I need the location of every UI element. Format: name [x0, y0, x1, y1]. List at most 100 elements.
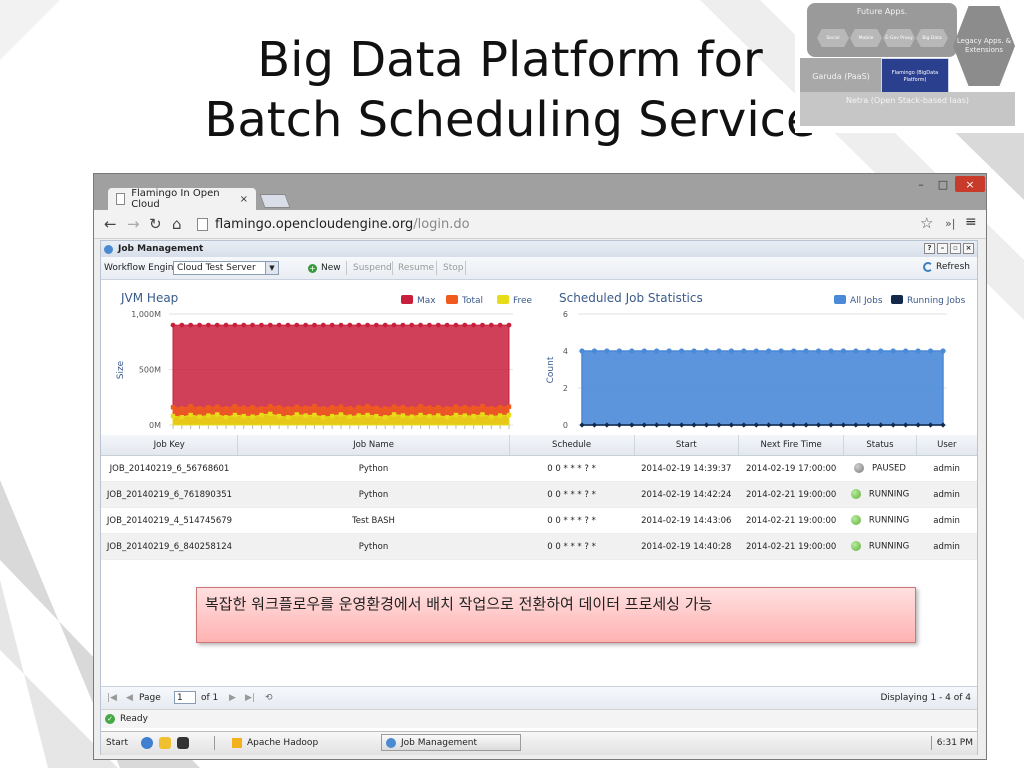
close-icon[interactable]: ×	[963, 243, 974, 254]
url-host: flamingo.opencloudengine.org	[215, 216, 414, 232]
cell-schedule: 0 0 * * * ? *	[509, 481, 635, 508]
toolbar-divider	[436, 261, 437, 275]
help-icon[interactable]: ?	[924, 243, 935, 254]
col-status[interactable]: Status	[843, 435, 917, 456]
point	[828, 348, 834, 354]
col-user[interactable]: User	[916, 435, 977, 456]
point	[462, 322, 468, 328]
taskbar-item-job-management[interactable]: Job Management	[381, 734, 521, 751]
new-tab-button[interactable]	[259, 194, 291, 208]
last-page-icon[interactable]: ▶|	[245, 693, 255, 703]
tick-label: 1,000M	[131, 310, 161, 319]
job-toolbar: Workflow Engine Cloud Test Server ▼ + Ne…	[101, 257, 977, 280]
table-row[interactable]: JOB_20140219_4_514745679 Test BASH 0 0 *…	[101, 507, 977, 534]
save-quicklaunch-icon[interactable]	[177, 737, 189, 749]
new-button[interactable]: + New	[308, 263, 341, 273]
refresh-button[interactable]: Refresh	[923, 262, 970, 272]
legend-swatch	[401, 295, 413, 304]
cell-start: 2014-02-19 14:39:37	[634, 455, 739, 482]
cell-schedule: 0 0 * * * ? *	[509, 533, 635, 560]
back-arrow-icon[interactable]: ←	[104, 215, 117, 233]
point	[409, 414, 414, 419]
chevron-down-icon[interactable]: ▼	[265, 262, 278, 274]
menu-icon[interactable]: ≡	[965, 214, 977, 230]
legend-label: Total	[461, 296, 483, 306]
folder-quicklaunch-icon[interactable]	[159, 737, 171, 749]
col-job-key[interactable]: Job Key	[101, 435, 239, 456]
point	[604, 348, 610, 354]
point	[383, 415, 388, 420]
point	[365, 322, 370, 328]
running-status-icon	[850, 541, 861, 552]
reload-icon[interactable]: ↻	[149, 215, 162, 233]
window-close-button[interactable]: ×	[955, 176, 985, 192]
start-button[interactable]: Start	[106, 738, 128, 748]
window-minimize-button[interactable]: –	[910, 176, 932, 192]
pagination-bar: |◀ ◀ Page 1 of 1 ▶ ▶| ⟲ Displaying 1 - 4…	[101, 686, 977, 709]
point	[391, 404, 397, 409]
restore-icon[interactable]: ▫	[950, 243, 961, 254]
table-row[interactable]: JOB_20140219_6_56768601 Python 0 0 * * *…	[101, 455, 977, 482]
point	[666, 348, 672, 354]
toolbar-divider	[465, 261, 466, 275]
future-apps-label: Future Apps.	[856, 7, 908, 16]
extensions-chevron-icon[interactable]: »|	[945, 217, 955, 230]
point	[444, 322, 450, 328]
stop-button[interactable]: Stop	[443, 263, 463, 273]
check-icon: ✓	[105, 714, 115, 724]
point	[641, 348, 647, 354]
point	[232, 322, 238, 328]
legend-swatch	[497, 295, 509, 304]
reload-page-icon[interactable]: ⟲	[265, 693, 273, 703]
resume-button[interactable]: Resume	[398, 263, 434, 273]
flamingo-block: Flamingo (BigData Platform)	[881, 58, 949, 96]
chart-title: Scheduled Job Statistics	[559, 291, 703, 305]
bookmark-star-icon[interactable]: ☆	[920, 214, 933, 232]
point	[418, 412, 423, 418]
legend-label: Running Jobs	[907, 296, 966, 306]
point	[321, 406, 326, 411]
table-row[interactable]: JOB_20140219_6_761890351 Python 0 0 * * …	[101, 481, 977, 508]
taskbar-hadoop-label: Apache Hadoop	[247, 738, 319, 748]
table-row[interactable]: JOB_20140219_6_840258124 Python 0 0 * * …	[101, 533, 977, 560]
point	[338, 322, 344, 328]
col-schedule[interactable]: Schedule	[509, 435, 635, 456]
point	[259, 322, 264, 328]
browser-tab[interactable]: Flamingo In Open Cloud ×	[108, 188, 256, 210]
browser-quicklaunch-icon[interactable]	[141, 737, 153, 749]
engine-select-value: Cloud Test Server	[177, 263, 256, 273]
architecture-diagram: Future Apps. Social Mobile E-Gov Proxy B…	[795, 0, 1024, 133]
point	[436, 405, 441, 410]
cell-job-key: JOB_20140219_4_514745679	[101, 507, 238, 534]
col-next-fire-time[interactable]: Next Fire Time	[738, 435, 845, 456]
engine-select[interactable]: Cloud Test Server ▼	[173, 261, 279, 275]
point	[320, 322, 326, 328]
point	[462, 405, 467, 410]
minimize-icon[interactable]: –	[937, 243, 948, 254]
hadoop-icon	[232, 738, 242, 748]
col-start[interactable]: Start	[634, 435, 739, 456]
plus-icon: +	[308, 263, 317, 273]
point	[232, 412, 238, 418]
next-page-icon[interactable]: ▶	[229, 693, 236, 703]
suspend-button[interactable]: Suspend	[353, 263, 392, 273]
page-number-input[interactable]: 1	[174, 691, 196, 704]
point	[347, 322, 353, 328]
window-maximize-button[interactable]: □	[932, 176, 954, 192]
tab-close-icon[interactable]: ×	[240, 194, 248, 205]
prev-page-icon[interactable]: ◀	[126, 693, 133, 703]
first-page-icon[interactable]: |◀	[107, 693, 117, 703]
point	[480, 403, 485, 409]
forward-arrow-icon[interactable]: →	[127, 215, 140, 233]
point	[329, 405, 335, 410]
url-field[interactable]: flamingo.opencloudengine.org/login.do	[197, 214, 577, 234]
taskbar-item-hadoop[interactable]: Apache Hadoop	[232, 738, 318, 748]
url-path: /login.do	[413, 216, 470, 232]
col-job-name[interactable]: Job Name	[237, 435, 510, 456]
cell-schedule: 0 0 * * * ? *	[509, 455, 635, 482]
home-icon[interactable]: ⌂	[172, 215, 182, 233]
point	[462, 413, 467, 418]
y-axis-label: Size	[116, 360, 126, 379]
point	[471, 405, 476, 410]
point	[579, 348, 585, 354]
